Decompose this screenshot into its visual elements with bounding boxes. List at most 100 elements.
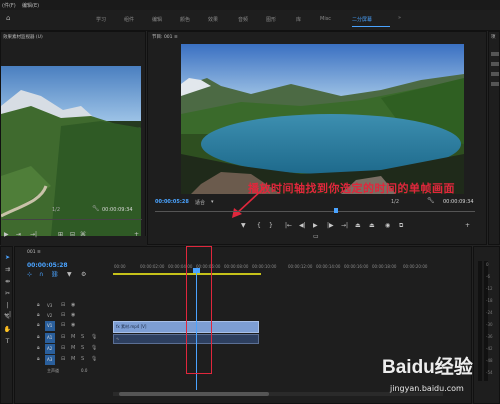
project-panel: 项 [488, 31, 500, 245]
solo-icon[interactable]: S [81, 345, 84, 351]
lock-icon[interactable]: 🔒︎ [37, 345, 40, 351]
hand-tool-icon[interactable]: ✋ [3, 325, 12, 334]
sync-lock-icon[interactable]: ⊟ [61, 312, 65, 318]
add-marker-icon[interactable]: ▼ [241, 222, 246, 229]
tab-assembly[interactable]: 组件 [124, 16, 134, 23]
wrench-icon[interactable]: 🔧︎ [92, 205, 100, 212]
tab-editing[interactable]: 编辑 [152, 16, 162, 23]
program-quality[interactable]: 1/2 [391, 199, 399, 205]
sync-lock-icon[interactable]: ⊟ [61, 356, 65, 362]
track-label-v3: V3 [47, 303, 53, 308]
fit-dropdown[interactable]: 适合 [195, 199, 205, 206]
lock-icon[interactable]: 🔒︎ [37, 334, 40, 340]
eye-icon[interactable]: ◉ [71, 322, 75, 328]
watermark-url: jingyan.baidu.com [390, 384, 464, 393]
razor-tool-icon[interactable]: ✂ [3, 289, 12, 298]
mic-icon[interactable]: 🎙︎ [91, 356, 97, 362]
pen-tool-icon[interactable]: ✎ [3, 313, 12, 322]
program-playhead-handle[interactable] [334, 208, 338, 213]
lift-icon[interactable]: ⏏ [355, 222, 361, 229]
tab-misc[interactable]: Misc [320, 16, 331, 22]
wrench-icon[interactable]: 🔧︎ [427, 197, 435, 204]
ruler-label: 00:00 [114, 264, 126, 269]
tab-graphics[interactable]: 图形 [266, 16, 276, 23]
tab-library[interactable]: 库 [296, 16, 301, 23]
sync-lock-icon[interactable]: ⊟ [61, 302, 65, 308]
export-frame-icon[interactable]: ◉ [385, 222, 390, 229]
camera-icon[interactable]: ⌘ [80, 231, 86, 238]
tab-audio[interactable]: 音频 [238, 16, 248, 23]
tab-split-screen[interactable]: 二分屏幕 [352, 16, 372, 23]
go-to-in-icon[interactable]: |← [285, 222, 292, 229]
more-workspaces-icon[interactable]: » [398, 15, 401, 21]
ruler-label: 00:00:16:00 [344, 264, 369, 269]
menu-file[interactable]: (件(F) [2, 2, 16, 9]
add-marker-icon[interactable]: ▼ [67, 271, 72, 278]
mic-icon[interactable]: 🎙︎ [91, 334, 97, 340]
watermark-logo-text: Baidu经验 [382, 357, 473, 378]
add-button-icon[interactable]: + [465, 222, 470, 229]
audio-clip-icon: ∿ [116, 336, 120, 341]
tab-learning[interactable]: 学习 [96, 16, 106, 23]
mute-icon[interactable]: M [71, 345, 75, 351]
tab-color[interactable]: 颜色 [180, 16, 190, 23]
mic-icon[interactable]: 🎙︎ [91, 345, 97, 351]
mark-in-icon[interactable]: { [257, 222, 261, 229]
timeline-settings-icon[interactable]: ⚙ [81, 271, 86, 278]
ruler-label: 00:00:20:00 [403, 264, 428, 269]
lock-icon[interactable]: 🔒︎ [37, 356, 40, 362]
scrollbar-thumb[interactable] [119, 392, 269, 396]
mute-icon[interactable]: M [71, 334, 75, 340]
source-zoom[interactable]: 1/2 [52, 207, 60, 213]
step-back-icon[interactable]: ◀| [299, 222, 306, 229]
home-icon[interactable]: ⌂ [6, 14, 10, 22]
eye-icon[interactable]: ◉ [71, 302, 75, 308]
linked-selection-icon[interactable]: ⛓ [51, 271, 59, 278]
go-to-out-icon[interactable]: →| [341, 222, 348, 229]
track-headers: 🔒︎ V3 ⊟ ◉ 🔒︎ V2 ⊟ ◉ 🔒︎ V1 ⊟ ◉ 🔒︎ A1 ⊟ M … [33, 300, 111, 380]
program-frame-image [181, 44, 464, 194]
lock-icon[interactable]: 🔒︎ [37, 322, 40, 328]
play-button[interactable]: ▶ [4, 231, 9, 238]
lock-icon[interactable]: 🔒︎ [37, 302, 40, 308]
program-scrub-bar[interactable] [155, 211, 475, 212]
step-forward-icon[interactable]: |▶ [327, 222, 334, 229]
source-timecode: 00:00:09:34 [102, 207, 133, 213]
compare-view-icon[interactable]: ⧉ [399, 222, 403, 230]
program-controls: 00:00:05:28 适合 ▾ 1/2 🔧︎ 00:00:09:34 ▼ { … [147, 196, 487, 244]
overwrite-icon[interactable]: ⊟ [70, 231, 75, 238]
nest-icon[interactable]: ⊹ [27, 271, 32, 278]
sync-lock-icon[interactable]: ⊟ [61, 334, 65, 340]
menu-edit[interactable]: 编辑(E) [22, 2, 39, 9]
extract-icon[interactable]: ⏏ [369, 222, 375, 229]
meter-label: -24 [486, 310, 493, 315]
ripple-edit-icon[interactable]: ⇹ [3, 277, 12, 286]
slip-tool-icon[interactable]: |↔| [3, 301, 12, 318]
add-button-icon[interactable]: + [134, 231, 139, 238]
vr-toggle-icon[interactable]: ▭ [313, 233, 319, 240]
tab-effects[interactable]: 效果 [208, 16, 218, 23]
step-forward-icon[interactable]: ⇥ [16, 231, 21, 238]
sync-lock-icon[interactable]: ⊟ [61, 322, 65, 328]
mute-icon[interactable]: M [71, 356, 75, 362]
timeline-tab[interactable]: 001 ≡ [27, 250, 41, 255]
insert-icon[interactable]: ⊞ [58, 231, 63, 238]
solo-icon[interactable]: S [81, 356, 84, 362]
timeline-timecode: 00:00:05:28 [27, 262, 68, 269]
master-volume[interactable]: 0.0 [81, 368, 87, 373]
play-button[interactable]: ▶ [313, 222, 318, 229]
master-track-label: 主声道 [47, 368, 59, 373]
go-to-out-icon[interactable]: →| [30, 231, 37, 238]
type-tool-icon[interactable]: T [3, 337, 12, 346]
snap-icon[interactable]: ∩ [39, 271, 43, 278]
mark-out-icon[interactable]: } [269, 222, 273, 229]
fit-chevron-icon[interactable]: ▾ [211, 199, 214, 205]
track-select-icon[interactable]: ⇉ [3, 265, 12, 274]
timeline-ruler[interactable]: 00:00 00:00:02:00 00:00:04:00 00:00:06:0… [113, 262, 443, 276]
annotation-text: 播放时间轴找到你选定的时间的单帧画面 [248, 182, 455, 195]
solo-icon[interactable]: S [81, 334, 84, 340]
sync-lock-icon[interactable]: ⊟ [61, 345, 65, 351]
selection-tool-icon[interactable]: ➤ [3, 253, 12, 262]
eye-icon[interactable]: ◉ [71, 312, 75, 318]
lock-icon[interactable]: 🔒︎ [37, 312, 40, 318]
